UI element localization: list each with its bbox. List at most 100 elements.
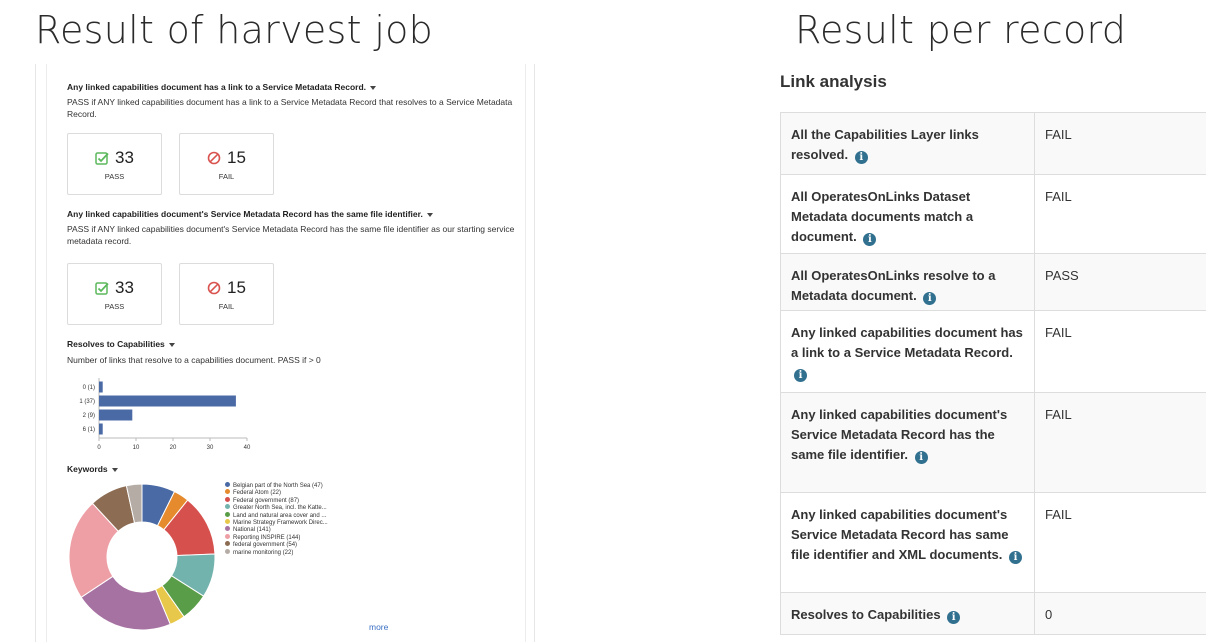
x-tick-label: 20 — [170, 445, 177, 451]
legend-label: Belgian part of the North Sea (47) — [233, 483, 323, 489]
keywords-legend: Belgian part of the North Sea (47) Federa… — [225, 482, 328, 556]
info-icon[interactable]: i — [923, 292, 937, 305]
bar — [99, 409, 133, 421]
caret-down-icon — [426, 212, 433, 217]
x-tick-label: 30 — [207, 445, 214, 451]
check-result: 0 — [1045, 607, 1053, 622]
section-heading-same-file-identifier[interactable]: Any linked capabilities document's Servi… — [67, 209, 433, 219]
bar-category-label: 2 (9) — [83, 413, 95, 419]
pass-label: PASS — [104, 302, 125, 311]
legend-swatch — [225, 526, 230, 532]
bar-category-label: 6 (1) — [83, 427, 95, 433]
pass-count: 33 — [115, 278, 134, 297]
section-heading-keywords[interactable]: Keywords — [67, 464, 118, 474]
caret-down-icon — [111, 467, 118, 472]
check-label: Resolves to Capabilities — [791, 607, 941, 622]
section-heading-text: Resolves to Capabilities — [67, 339, 165, 349]
section-heading-link-to-smr[interactable]: Any linked capabilities document has a l… — [67, 82, 377, 92]
legend-swatch — [225, 541, 230, 547]
check-label-cell: Resolves to Capabilities i — [780, 592, 1035, 635]
legend-item: Greater North Sea, incl. the Katte... — [225, 504, 328, 511]
check-label-cell: Any linked capabilities document's Servi… — [780, 392, 1035, 493]
table-row: Any linked capabilities document's Servi… — [780, 392, 1206, 493]
legend-item: Federal government (87) — [225, 496, 328, 504]
legend-label: Federal government (87) — [233, 497, 300, 504]
info-icon[interactable]: i — [794, 369, 807, 382]
check-label: Any linked capabilities document's Servi… — [791, 407, 1008, 462]
legend-swatch — [225, 482, 230, 487]
link-analysis-heading: Link analysis — [780, 72, 887, 91]
fail-count: 15 — [227, 278, 246, 297]
ban-icon — [207, 151, 221, 165]
section-heading-text: Keywords — [67, 464, 108, 474]
check-square-icon — [95, 152, 109, 165]
x-tick-label: 0 — [97, 445, 101, 451]
section-heading-resolves[interactable]: Resolves to Capabilities — [67, 339, 175, 349]
legend-label: marine monitoring (22) — [233, 549, 294, 556]
legend-label: federal government (54) — [233, 542, 298, 549]
fail-count-box: 15 FAIL — [179, 133, 274, 195]
fail-count-box: 15 FAIL — [179, 263, 274, 325]
legend-swatch — [225, 504, 230, 510]
section-heading-text: Any linked capabilities document's Servi… — [67, 209, 423, 219]
check-result: FAIL — [1045, 407, 1072, 422]
table-row: All OperatesOnLinks Dataset Metadata doc… — [780, 174, 1206, 254]
check-label-cell: Any linked capabilities document has a l… — [780, 310, 1035, 393]
check-label: All OperatesOnLinks resolve to a Metadat… — [791, 268, 996, 303]
pass-label: PASS — [104, 172, 125, 181]
keywords-donut-chart — [68, 483, 216, 631]
section-description: PASS if ANY linked capabilities document… — [67, 224, 515, 246]
check-label-cell: Any linked capabilities document's Servi… — [780, 492, 1035, 593]
fail-label: FAIL — [218, 302, 235, 311]
table-row: All OperatesOnLinks resolve to a Metadat… — [780, 253, 1206, 311]
fail-label: FAIL — [218, 172, 235, 181]
x-tick-label: 10 — [133, 445, 140, 451]
section-description: PASS if ANY linked capabilities document… — [67, 97, 513, 119]
bar-category-label: 1 (37) — [79, 399, 95, 405]
caret-down-icon — [370, 85, 377, 90]
check-result-cell: FAIL — [1034, 492, 1206, 593]
check-result-cell: 0 — [1034, 592, 1206, 635]
legend-label: Federal Atom (22) — [233, 490, 282, 497]
info-icon[interactable]: i — [914, 451, 928, 464]
section-description: Number of links that resolve to a capabi… — [67, 355, 321, 365]
legend-swatch — [225, 533, 230, 539]
check-result: FAIL — [1045, 507, 1072, 522]
legend-swatch — [225, 518, 230, 524]
table-row: All the Capabilities Layer links resolve… — [780, 112, 1206, 175]
bar — [99, 423, 103, 435]
ban-icon — [207, 281, 221, 295]
check-label-cell: All the Capabilities Layer links resolve… — [780, 112, 1035, 175]
legend-item: marine monitoring (22) — [225, 548, 328, 556]
check-square-icon — [95, 282, 109, 295]
check-result-cell: PASS — [1034, 253, 1206, 311]
resolves-bar-chart: 0 (1) 1 (37) 2 (9) 6 (1) 0 10 20 30 40 — [79, 378, 251, 451]
harvest-job-title: Result of harvest job — [35, 8, 434, 52]
legend-item: National (141) — [225, 526, 328, 533]
check-result: FAIL — [1045, 127, 1072, 142]
info-icon[interactable]: i — [854, 151, 868, 164]
check-result: FAIL — [1045, 325, 1072, 340]
check-result-cell: FAIL — [1034, 112, 1206, 175]
check-label-cell: All OperatesOnLinks Dataset Metadata doc… — [780, 174, 1035, 254]
check-label-cell: All OperatesOnLinks resolve to a Metadat… — [780, 253, 1035, 311]
table-row: Resolves to Capabilities i 0 — [780, 592, 1206, 635]
legend-item: Marine Strategy Framework Direc... — [225, 518, 328, 526]
check-result-cell: FAIL — [1034, 310, 1206, 393]
check-label: All the Capabilities Layer links resolve… — [791, 127, 979, 162]
fail-count: 15 — [227, 148, 246, 167]
info-icon[interactable]: i — [863, 233, 877, 246]
info-icon[interactable]: i — [947, 611, 961, 624]
legend-label: National (141) — [233, 527, 271, 534]
check-result: PASS — [1045, 268, 1079, 283]
legend-item: Reporting INSPIRE (144) — [225, 533, 328, 541]
more-link[interactable]: more — [369, 622, 388, 632]
info-icon[interactable]: i — [1009, 551, 1023, 564]
check-label: Any linked capabilities document has a l… — [791, 325, 1023, 360]
check-result: FAIL — [1045, 189, 1072, 204]
bar-category-label: 0 (1) — [83, 385, 95, 391]
legend-item: Belgian part of the North Sea (47) — [225, 482, 328, 489]
check-result-cell: FAIL — [1034, 392, 1206, 493]
table-row: Any linked capabilities document's Servi… — [780, 492, 1206, 593]
bar — [99, 381, 103, 393]
